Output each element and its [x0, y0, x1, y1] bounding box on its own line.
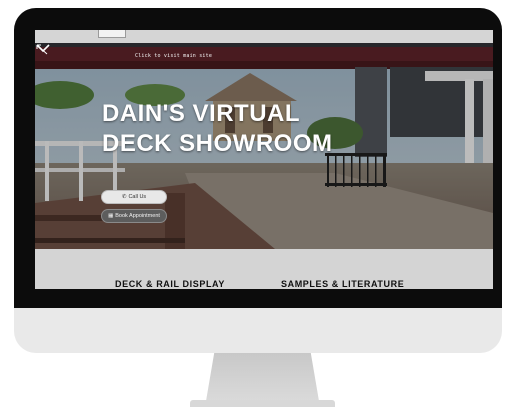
book-appointment-label: Book Appointment: [115, 213, 160, 219]
book-appointment-button[interactable]: ▦ Book Appointment: [101, 209, 167, 223]
hero-banner: Click to visit main site DAIN'S VIRTUAL …: [35, 43, 493, 249]
nav-samples-literature[interactable]: SAMPLES & LITERATURE: [281, 279, 404, 289]
call-us-label: Call Us: [128, 194, 147, 200]
monitor-screen: Click to visit main site DAIN'S VIRTUAL …: [35, 30, 493, 289]
hero-title-line1: DAIN'S VIRTUAL: [102, 100, 301, 127]
call-us-button[interactable]: ✆ Call Us: [101, 190, 167, 204]
hero-title: DAIN'S VIRTUAL DECK SHOWROOM: [102, 99, 333, 159]
monitor-stand-neck: [205, 353, 320, 407]
calendar-icon: ▦: [108, 213, 114, 219]
main-site-hint[interactable]: Click to visit main site: [135, 53, 212, 59]
site-header-bar: [35, 30, 493, 43]
chevron-down-icon[interactable]: [35, 43, 51, 53]
phone-icon: ✆: [121, 194, 127, 200]
section-nav: DECK & RAIL DISPLAY SAMPLES & LITERATURE: [35, 249, 493, 289]
nav-deck-rail-display[interactable]: DECK & RAIL DISPLAY: [115, 279, 225, 289]
hero-title-line2: DECK SHOWROOM: [102, 130, 333, 157]
site-logo[interactable]: [98, 30, 126, 38]
monitor-stand-base: [190, 400, 335, 407]
